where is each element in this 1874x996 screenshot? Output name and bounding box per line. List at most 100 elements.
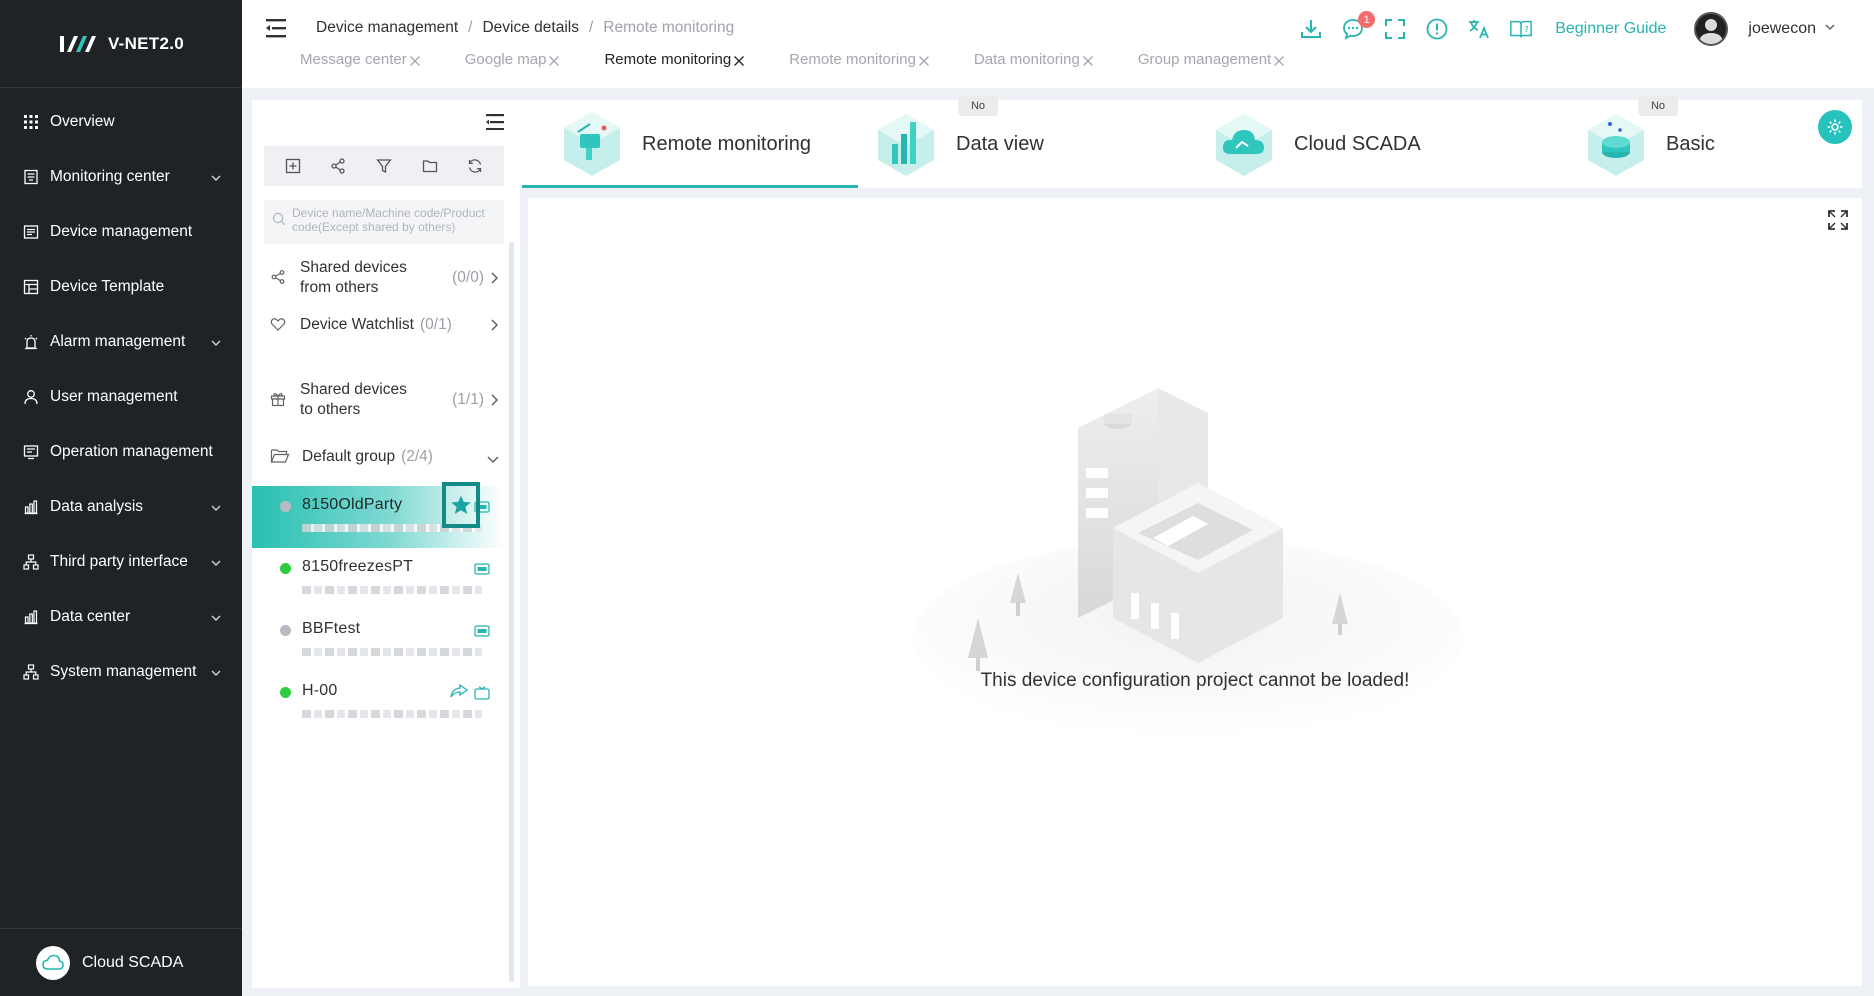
alarm-icon [22, 333, 40, 351]
chevron-down-icon [210, 171, 222, 183]
device-row[interactable]: H-00 [252, 672, 504, 734]
tv-icon[interactable] [474, 686, 490, 700]
refresh-icon[interactable] [466, 157, 484, 175]
gear-icon [1827, 119, 1843, 135]
chevron-down-icon [210, 501, 222, 513]
folder-icon[interactable] [421, 157, 439, 175]
chevron-right-icon [490, 318, 500, 332]
close-icon[interactable] [409, 54, 421, 66]
device-card-icon[interactable] [474, 624, 490, 637]
settings-gear-button[interactable] [1818, 110, 1852, 144]
username[interactable]: joewecon [1748, 20, 1816, 38]
remote-monitoring-icon [564, 112, 620, 176]
top-header: Device management / Device details / Rem… [242, 0, 1874, 88]
device-list-scrollbar[interactable] [509, 242, 514, 982]
translate-icon[interactable] [1467, 17, 1491, 41]
tab-cloud-scada[interactable]: Cloud SCADA [1208, 100, 1421, 188]
device-row[interactable]: BBFtest [252, 610, 504, 672]
logo: V-NET2.0 [0, 0, 242, 88]
svg-text:?: ? [1524, 24, 1528, 34]
sidebar: V-NET2.0 Overview Monitoring center Device… [0, 0, 242, 996]
device-search-input[interactable]: Device name/Machine code/Product code(Ex… [264, 200, 504, 244]
grid-icon [22, 113, 40, 131]
sidebar-item-label: Data analysis [50, 497, 144, 515]
beginner-guide-link[interactable]: Beginner Guide [1555, 20, 1666, 38]
shared-to-others-item[interactable]: Shared devices to others (1/1) [252, 380, 512, 420]
chart-icon [22, 498, 40, 516]
device-row[interactable]: 8150OldParty [252, 482, 504, 548]
shared-from-others-item[interactable]: Shared devices from others (0/0) [252, 258, 512, 298]
share-icon[interactable] [329, 157, 347, 175]
chevron-down-icon[interactable] [1824, 20, 1836, 38]
close-icon[interactable] [1273, 54, 1285, 66]
heart-icon [270, 316, 288, 334]
footer-label: Cloud SCADA [82, 953, 184, 971]
default-group-item[interactable]: Default group (2/4) [252, 442, 512, 472]
tab-data-monitoring[interactable]: Data monitoring [974, 51, 1094, 68]
tab-data-view[interactable]: Data view [870, 100, 1044, 188]
tab-message-center[interactable]: Message center [300, 51, 421, 68]
close-icon[interactable] [918, 54, 930, 66]
device-watchlist-item[interactable]: Device Watchlist (0/1) [252, 310, 512, 340]
sidebar-item-label: Alarm management [50, 332, 186, 350]
watchlist-count: (0/1) [419, 316, 452, 333]
tab-remote-monitoring[interactable]: Remote monitoring [789, 51, 930, 68]
device-code-redacted [302, 586, 482, 594]
help-book-icon[interactable]: ? [1509, 17, 1533, 41]
sidebar-item-label: Device management [50, 222, 193, 240]
share-forward-icon[interactable] [450, 683, 469, 698]
tab-remote-monitoring[interactable]: Remote monitoring [522, 100, 858, 188]
device-name: 8150freezesPT [302, 558, 414, 575]
chevron-down-icon [210, 611, 222, 623]
close-icon[interactable] [1082, 54, 1094, 66]
add-device-icon[interactable] [284, 157, 302, 175]
favorite-star-button[interactable] [442, 482, 480, 528]
tab-remote-monitoring[interactable]: Remote monitoring [604, 51, 745, 68]
error-message: This device configuration project cannot… [980, 670, 1410, 691]
expand-icon[interactable] [1826, 208, 1850, 232]
tab-google-map[interactable]: Google map [465, 51, 561, 68]
tab-label: Remote monitoring [604, 51, 732, 68]
sidebar-item-alarm-management[interactable]: Alarm management [0, 314, 242, 369]
sidebar-item-data-center[interactable]: Data center [0, 589, 242, 644]
template-icon [22, 278, 40, 296]
close-icon[interactable] [733, 54, 745, 66]
sidebar-item-device-management[interactable]: Device management [0, 204, 242, 259]
sidebar-item-data-analysis[interactable]: Data analysis [0, 479, 242, 534]
shared-to-count: (1/1) [452, 391, 484, 408]
cloud-scada-footer[interactable]: Cloud SCADA [0, 928, 242, 996]
sidebar-item-device-template[interactable]: Device Template [0, 259, 242, 314]
shared-from-label: Shared devices from others [300, 259, 407, 296]
breadcrumb-device-management[interactable]: Device management [316, 19, 458, 37]
sidebar-item-label: Data center [50, 607, 131, 625]
menu-toggle-icon[interactable] [266, 18, 288, 38]
fullscreen-icon[interactable] [1383, 17, 1407, 41]
status-dot [280, 563, 291, 574]
sidebar-item-user-management[interactable]: User management [0, 369, 242, 424]
tab-basic[interactable]: Basic [1580, 100, 1715, 188]
tab-label: Data view [956, 132, 1044, 155]
sidebar-item-overview[interactable]: Overview [0, 94, 242, 149]
share-icon [270, 269, 288, 287]
page-tabs: Message center Google map Remote monitorin… [300, 51, 1329, 68]
sidebar-item-system-management[interactable]: System management [0, 644, 242, 699]
download-icon[interactable] [1299, 17, 1323, 41]
breadcrumb-device-details[interactable]: Device details [482, 19, 579, 37]
device-row[interactable]: 8150freezesPT [252, 548, 504, 610]
sidebar-item-label: Monitoring center [50, 167, 170, 185]
tab-label: Message center [300, 51, 407, 68]
filter-icon[interactable] [375, 157, 393, 175]
panel-menu-icon[interactable] [486, 114, 504, 131]
active-tab-indicator [522, 185, 858, 188]
sidebar-item-monitoring-center[interactable]: Monitoring center [0, 149, 242, 204]
message-icon[interactable]: 1 [1341, 11, 1376, 41]
user-avatar[interactable] [1694, 12, 1729, 46]
device-name: H-00 [302, 682, 338, 699]
chevron-right-icon [490, 393, 500, 407]
close-icon[interactable] [548, 54, 560, 66]
device-card-icon[interactable] [474, 562, 490, 575]
sidebar-item-third-party-interface[interactable]: Third party interface [0, 534, 242, 589]
sidebar-item-operation-management[interactable]: Operation management [0, 424, 242, 479]
tab-group-management[interactable]: Group management [1138, 51, 1285, 68]
info-icon[interactable] [1425, 17, 1449, 41]
